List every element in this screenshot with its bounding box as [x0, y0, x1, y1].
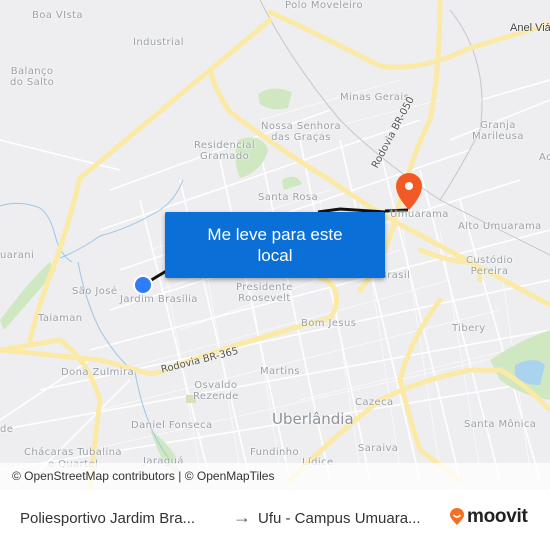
destination-stop-name: Ufu - Campus Umuara... [258, 510, 421, 527]
place-label: Presidente Roosevelt [236, 282, 293, 304]
moovit-wordmark: moovit [467, 506, 528, 527]
arrow-right-icon: → [233, 507, 251, 527]
place-label: Boa VIsta [32, 10, 83, 21]
park [258, 88, 292, 110]
moovit-logo[interactable]: moovit [449, 506, 528, 528]
take-me-there-button[interactable]: Me leve para este local [165, 212, 385, 278]
place-label: Nossa Senhora das Graças [261, 121, 342, 143]
place-label: Alto Umuarama [458, 221, 542, 232]
place-label: de [0, 424, 14, 435]
place-label: uarani [0, 250, 35, 261]
place-label: Residencial Gramado [194, 140, 256, 162]
place-label: Saraiva [358, 443, 399, 454]
place-label: Balanço do Salto [10, 66, 55, 88]
origin-stop-name: Poliesportivo Jardim Bra... [20, 510, 196, 527]
place-label: Tibery [452, 323, 486, 334]
place-label: Polo Moveleiro [285, 0, 364, 11]
place-label: Jardim Brasília [120, 294, 198, 305]
map-attribution[interactable]: © OpenStreetMap contributors | © OpenMap… [0, 463, 550, 490]
place-label: São José [72, 286, 118, 297]
place-label: Custódio Pereira [466, 255, 514, 277]
place-label: Martins [260, 366, 300, 377]
origin-marker[interactable] [133, 275, 153, 295]
route-footer: Poliesportivo Jardim Bra... → Ufu - Camp… [0, 490, 550, 550]
place-label: Granja Marileusa [472, 120, 524, 142]
place-label: Daniel Fonseca [131, 420, 213, 431]
place-label: Fundinho [250, 447, 300, 458]
place-label: Minas Gerais [340, 92, 410, 103]
place-label: Taiaman [38, 313, 83, 324]
map[interactable]: Boa VIsta Industrial Balanço do Salto Po… [0, 0, 550, 490]
place-label: Bom Jesus [301, 318, 357, 329]
place-label: Dona Zulmira [61, 367, 134, 378]
road-label: Anel Viá [510, 22, 550, 34]
city-label: Uberlândia [272, 410, 354, 428]
railway [439, 9, 483, 201]
place-label: Chácaras Tubalina [24, 447, 122, 458]
moovit-pin-icon [450, 508, 464, 525]
place-label: Industrial [133, 37, 184, 48]
place-label: Santa Mônica [464, 419, 537, 430]
place-label: Osvaldo Rezende [193, 380, 239, 402]
place-label: Ac [539, 152, 550, 163]
park [282, 176, 302, 190]
place-label: Umuarama [390, 209, 449, 220]
place-label: Cazeca [355, 397, 394, 408]
take-me-there-label: Me leve para este local [207, 225, 343, 265]
place-label: Santa Rosa [258, 192, 318, 203]
